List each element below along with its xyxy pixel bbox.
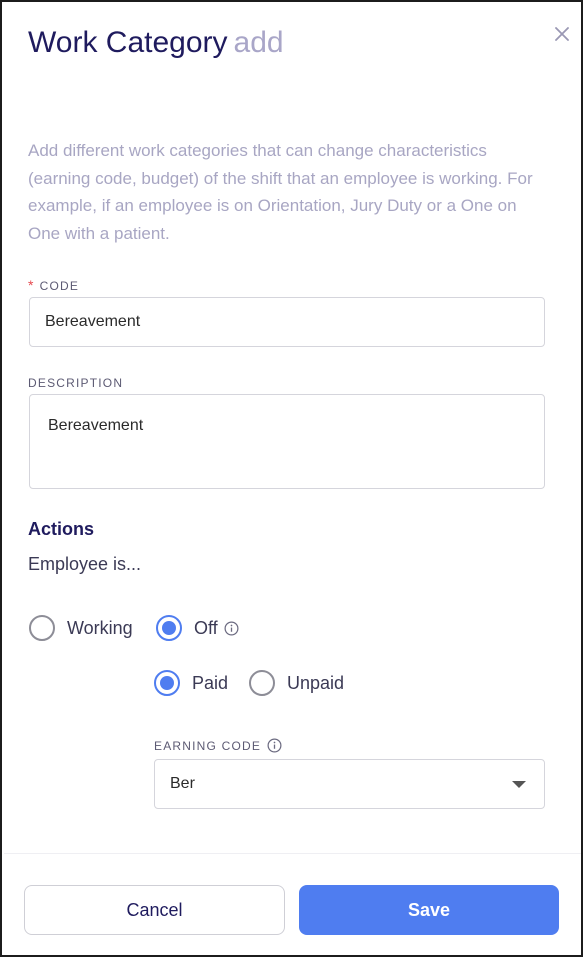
work-category-dialog: Work Category add Add different work cate… [0,0,583,957]
radio-unpaid[interactable]: Unpaid [249,670,344,696]
footer-divider [4,853,581,854]
dialog-title: Work Category add [28,24,284,62]
radio-paid-circle [154,670,180,696]
radio-off-circle [156,615,182,641]
radio-working[interactable]: Working [29,615,133,641]
dialog-title-text: Work Category [28,26,228,59]
save-button[interactable]: Save [299,885,559,935]
close-button[interactable] [550,22,574,46]
radio-working-label: Working [67,617,133,638]
radio-paid-label: Paid [192,672,229,693]
close-icon [555,27,569,41]
info-icon[interactable] [267,738,282,753]
radio-off-label: Off [194,617,218,638]
earning-code-select[interactable]: Ber [154,759,545,809]
radio-unpaid-circle [249,670,275,696]
employee-status-prompt: Employee is... [28,554,142,574]
code-label: * CODE [28,277,79,293]
radio-paid[interactable]: Paid [154,670,228,696]
description-textarea[interactable]: Bereavement [29,394,545,489]
chevron-down-icon [512,781,526,788]
description-label: DESCRIPTION [28,376,124,390]
dialog-mode-text: add [233,26,284,59]
intro-text: Add different work categories that can c… [28,141,533,243]
code-input[interactable]: Bereavement [29,297,545,347]
earning-code-label: EARNING CODE [154,738,282,753]
required-marker: * [28,277,35,293]
radio-unpaid-label: Unpaid [287,672,345,693]
cancel-button[interactable]: Cancel [24,885,285,935]
code-label-text: CODE [39,279,80,293]
earning-code-value: Ber [170,775,195,792]
radio-off[interactable]: Off [156,615,239,641]
radio-working-circle [29,615,55,641]
earning-code-label-text: EARNING CODE [154,738,262,753]
actions-title: Actions [28,519,95,539]
info-icon[interactable] [224,621,239,636]
